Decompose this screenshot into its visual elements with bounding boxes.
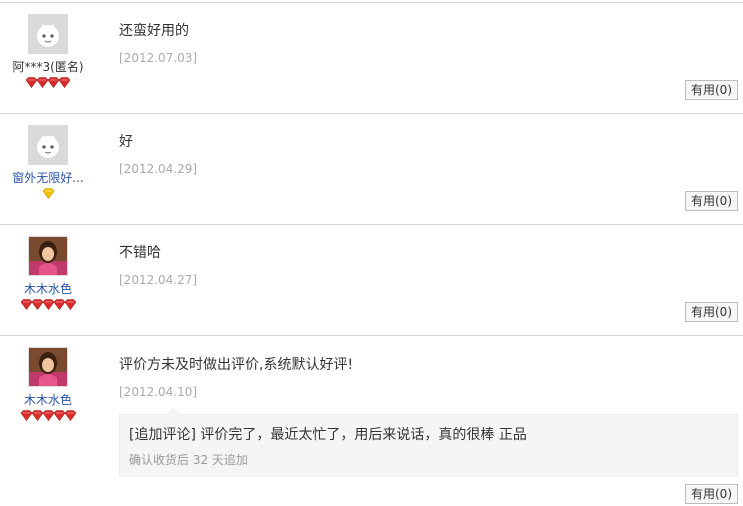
reviewer-name-link[interactable]: 木木水色 [0, 281, 96, 297]
review-item: 阿***3(匿名) 还蛮好用的 [2012.07.03] 有用(0) [0, 2, 743, 113]
review-text: 不错哈 [119, 245, 161, 261]
user-photo-icon [29, 237, 67, 275]
useful-button[interactable]: 有用(0) [685, 302, 738, 322]
review-date: [2012.04.29] [119, 162, 198, 176]
reviewer-info: 窗外无限好... [0, 125, 96, 200]
useful-button[interactable]: 有用(0) [685, 484, 738, 504]
callout-arrow [166, 408, 180, 415]
review-content: 还蛮好用的 [2012.07.03] [119, 22, 197, 65]
avatar [28, 14, 68, 54]
review-date: [2012.07.03] [119, 51, 198, 65]
red-diamond-icon [64, 299, 76, 310]
default-face-icon [29, 126, 67, 164]
appended-review-note: 确认收货后 32 天追加 [129, 453, 248, 467]
review-item: 窗外无限好... 好 [2012.04.29] 有用(0) [0, 113, 743, 224]
default-face-icon [29, 15, 67, 53]
review-content: 好 [2012.04.29] [119, 133, 197, 176]
review-item: 木木水色 评价方未及时做出评价,系统默认好评! [2012.04.10] [追加… [0, 335, 743, 506]
useful-button[interactable]: 有用(0) [685, 191, 738, 211]
review-date: [2012.04.27] [119, 273, 198, 287]
buyer-level-badge [0, 188, 96, 200]
review-text: 好 [119, 134, 133, 150]
user-photo-icon [29, 348, 67, 386]
useful-button[interactable]: 有用(0) [685, 80, 738, 100]
reviewer-info: 木木水色 [0, 347, 96, 422]
review-date: [2012.04.10] [119, 385, 198, 399]
reviewer-name-link[interactable]: 窗外无限好... [0, 170, 96, 186]
review-text: 评价方未及时做出评价,系统默认好评! [119, 357, 354, 373]
avatar [28, 347, 68, 387]
reviewer-name: 阿***3(匿名) [12, 60, 84, 74]
reviewer-info: 阿***3(匿名) [0, 14, 96, 89]
yellow-heart-icon [42, 188, 54, 199]
appended-review-text: [追加评论] 评价完了，最近太忙了，用后来说话，真的很棒 正品 [129, 427, 527, 443]
red-diamond-icon [64, 410, 76, 421]
reviewer-info: 木木水色 [0, 236, 96, 311]
review-content: 评价方未及时做出评价,系统默认好评! [2012.04.10] [119, 356, 353, 399]
avatar [28, 125, 68, 165]
avatar [28, 236, 68, 276]
reviewer-name-link[interactable]: 木木水色 [0, 392, 96, 408]
buyer-level-badge [0, 410, 96, 422]
appended-review-box: [追加评论] 评价完了，最近太忙了，用后来说话，真的很棒 正品 确认收货后 32… [119, 408, 738, 477]
buyer-level-badge [0, 299, 96, 311]
buyer-level-badge [0, 77, 96, 89]
review-content: 不错哈 [2012.04.27] [119, 244, 197, 287]
review-item: 木木水色 不错哈 [2012.04.27] 有用(0) [0, 224, 743, 335]
red-diamond-icon [58, 77, 71, 88]
review-text: 还蛮好用的 [119, 23, 189, 39]
